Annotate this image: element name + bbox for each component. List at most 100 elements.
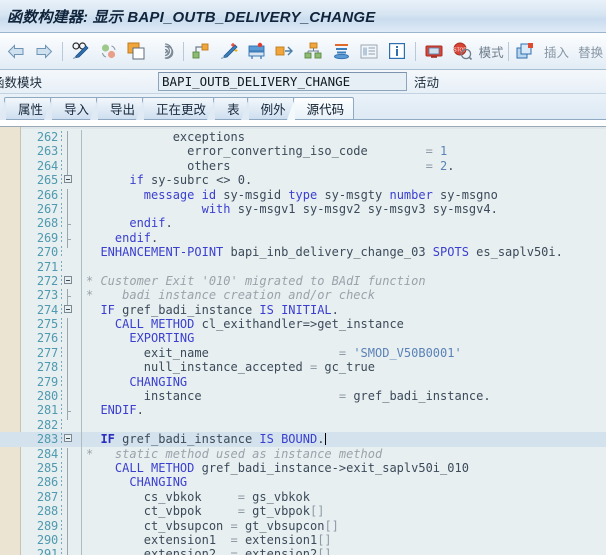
back-icon[interactable]: [2, 37, 30, 65]
line-number: 284: [36, 446, 58, 461]
where-used-icon[interactable]: [243, 37, 271, 65]
code-line[interactable]: 269 endif.: [0, 230, 606, 248]
fold-connector-icon: [64, 533, 75, 550]
pattern-icon[interactable]: [151, 37, 179, 65]
line-number: 267: [36, 201, 58, 216]
fold-connector-icon: [64, 490, 75, 507]
insert-button[interactable]: 插入: [540, 37, 570, 65]
fold-connector-icon: [64, 505, 75, 522]
code-line[interactable]: 272 * Customer Exit '010' migrated to BAd…: [0, 273, 606, 289]
breakpoint-icon[interactable]: STOP: [448, 37, 476, 65]
copy-icon[interactable]: [123, 37, 151, 65]
fold-toggle-icon[interactable]: [64, 175, 75, 186]
fold-connector-icon: [64, 375, 75, 392]
display-change-icon[interactable]: [67, 37, 95, 65]
navigate-icon[interactable]: [271, 37, 299, 65]
code-text: ENHANCEMENT-POINT bapi_inb_delivery_chan…: [100, 245, 563, 260]
line-number: 272: [36, 273, 58, 288]
line-number: 282: [36, 417, 58, 432]
line-number-separator: [61, 159, 62, 172]
code-line[interactable]: 273 * badi instance creation and/or check: [0, 288, 606, 306]
code-block-bar: [81, 288, 82, 303]
code-text: IF gref_badi_instance IS INITIAL.: [100, 302, 339, 317]
code-line[interactable]: 264 others = 2.: [0, 158, 606, 176]
fold-toggle-icon[interactable]: [64, 275, 75, 287]
line-number: 270: [36, 245, 58, 260]
code-line[interactable]: 274 IF gref_badi_instance IS INITIAL.: [0, 302, 606, 318]
code-text: CALL METHOD gref_badi_instance->exit_sap…: [114, 460, 469, 475]
code-block-bar: [81, 532, 82, 548]
code-line[interactable]: 271: [0, 259, 606, 274]
code-line[interactable]: 283 IF gref_badi_instance IS BOUND.: [0, 432, 606, 447]
code-block-bar: [81, 360, 82, 375]
line-number: 268: [36, 216, 58, 231]
hierarchy-icon[interactable]: [299, 37, 327, 65]
pretty-printer-icon[interactable]: [215, 37, 243, 65]
code-line[interactable]: 289 ct_vbsupcon = gt_vbsupcon[]: [0, 518, 606, 536]
forward-icon[interactable]: [30, 37, 58, 65]
code-block-bar: [81, 374, 82, 390]
code-text: instance = gref_badi_instance.: [86, 389, 491, 404]
tab-source-code[interactable]: 源代码: [286, 97, 355, 120]
code-line[interactable]: 290 extension1 = extension1[]: [0, 532, 606, 550]
code-line[interactable]: 278 null_instance_accepted = gc_true: [0, 360, 606, 378]
code-line[interactable]: 277 exit_name = 'SMOD_V50B0001': [0, 345, 606, 363]
code-text: cs_vbkok = gs_vbkok: [86, 489, 310, 504]
line-number: 275: [36, 317, 58, 332]
code-line[interactable]: 267 with sy-msgv1 sy-msgv2 sy-msgv3 sy-m…: [0, 201, 606, 219]
tab-changing[interactable]: 正在更改: [136, 97, 217, 120]
code-line[interactable]: 286 CHANGING: [0, 475, 606, 493]
line-number: 273: [36, 288, 58, 303]
code-line[interactable]: 262 exceptions: [0, 130, 606, 147]
code-line[interactable]: 270 ENHANCEMENT-POINT bapi_inb_delivery_…: [0, 245, 606, 260]
code-line[interactable]: 268 endif.: [0, 216, 606, 234]
code-line[interactable]: 276 EXPORTING: [0, 331, 606, 349]
line-number: 279: [36, 374, 58, 389]
source-code-editor[interactable]: 262 exceptions 263 error_converting_iso_c…: [0, 126, 606, 555]
code-line[interactable]: 263 error_converting_iso_code = 1: [0, 144, 606, 162]
fold-toggle-icon[interactable]: [64, 304, 75, 316]
function-module-input[interactable]: [158, 72, 407, 91]
code-block-bar: [81, 158, 82, 174]
code-line[interactable]: 275 CALL METHOD cl_exithandler=>get_inst…: [0, 317, 606, 335]
fold-toggle-icon[interactable]: [64, 434, 75, 445]
code-text: EXPORTING: [129, 331, 195, 346]
code-line[interactable]: 284 * static method used as instance meth…: [0, 446, 606, 464]
code-line[interactable]: 282: [0, 417, 606, 433]
editor-top-border: [0, 127, 606, 129]
code-line[interactable]: 265 if sy-subrc <> 0.: [0, 173, 606, 188]
code-text: endif.: [114, 230, 159, 245]
code-line[interactable]: 288 ct_vbpok = gt_vbpok[]: [0, 504, 606, 522]
line-number-separator: [61, 289, 62, 302]
split-icon[interactable]: [512, 37, 540, 65]
debug-icon[interactable]: [420, 37, 448, 65]
code-line[interactable]: 287 cs_vbkok = gs_vbkok: [0, 489, 606, 507]
mode-button[interactable]: 模式: [476, 37, 504, 65]
list-icon[interactable]: [355, 37, 383, 65]
activate-icon[interactable]: [327, 37, 355, 65]
code-line[interactable]: 285 CALL METHOD gref_badi_instance->exit…: [0, 460, 606, 478]
toolbar-separator-2: [182, 41, 184, 61]
fold-connector-icon: [64, 145, 75, 162]
line-number-separator: [61, 318, 62, 331]
code-block-bar: [81, 331, 82, 346]
line-number: 264: [36, 158, 58, 173]
code-line[interactable]: 281 ENDIF.: [0, 403, 606, 421]
code-line[interactable]: 280 instance = gref_badi_instance.: [0, 389, 606, 407]
function-module-row: 函数模块 活动: [0, 70, 606, 94]
structure-icon[interactable]: [187, 37, 215, 65]
refresh-icon[interactable]: [95, 37, 123, 65]
page-title: 函数构建器: 显示 BAPI_OUTB_DELIVERY_CHANGE: [7, 8, 376, 26]
function-builder-window: 函数构建器: 显示 BAPI_OUTB_DELIVERY_CHANGE STOP…: [0, 0, 606, 555]
replace-label: 替换: [578, 45, 604, 60]
replace-button[interactable]: 替换: [574, 37, 604, 65]
info-icon[interactable]: [383, 37, 411, 65]
line-number-separator: [61, 260, 62, 273]
line-number-separator: [61, 246, 62, 259]
code-line[interactable]: 279 CHANGING: [0, 374, 606, 392]
line-number: 289: [36, 518, 58, 533]
line-number-separator: [61, 476, 62, 489]
toolbar-separator: [62, 41, 63, 61]
code-line[interactable]: 266 message id sy-msgid type sy-msgty nu…: [0, 187, 606, 205]
code-text: with sy-msgv1 sy-msgv2 sy-msgv3 sy-msgv4…: [201, 201, 498, 216]
